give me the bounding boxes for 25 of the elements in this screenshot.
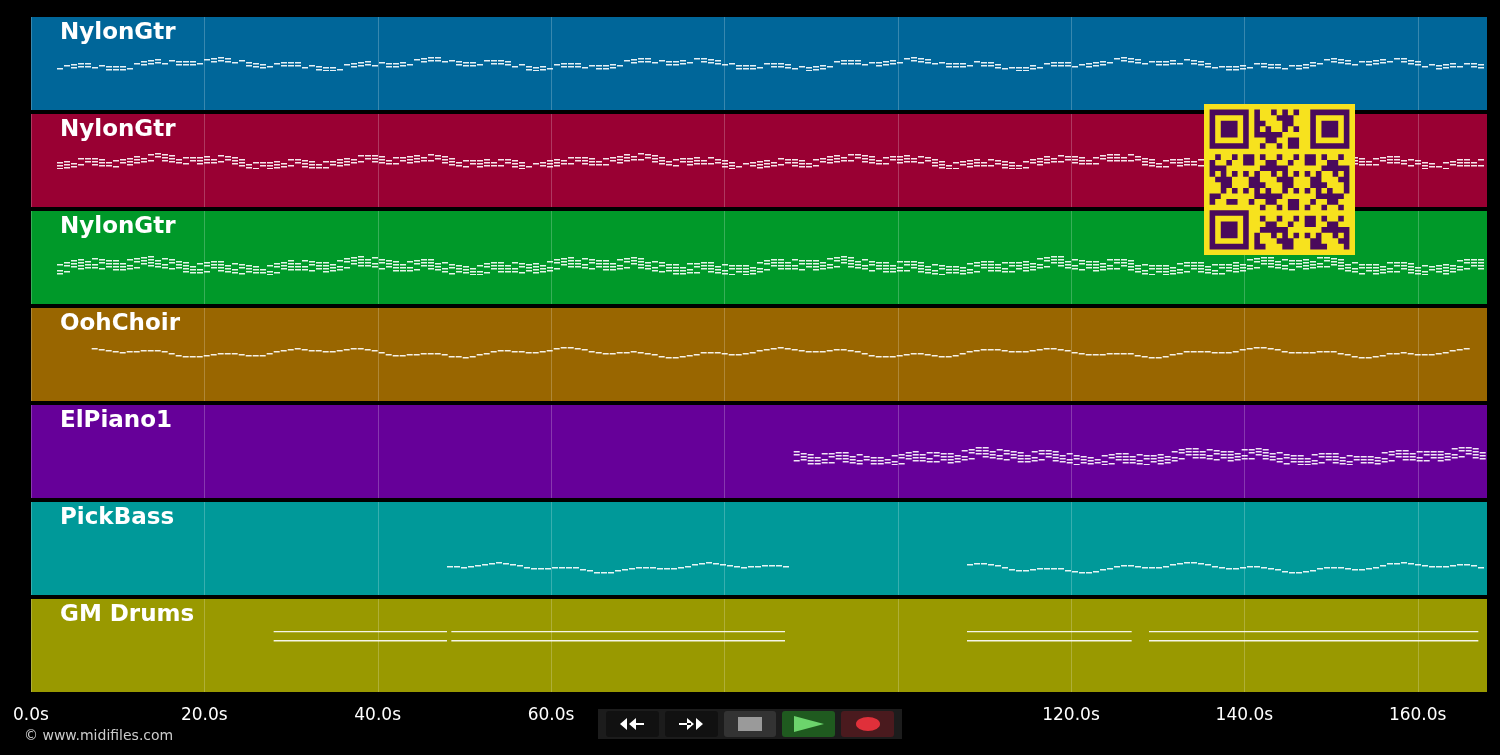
qr-code-icon <box>1204 104 1355 255</box>
track-name: NylonGtr <box>60 20 176 43</box>
track-name: PickBass <box>60 505 175 528</box>
time-label: 20.0s <box>180 704 228 724</box>
stop-button[interactable] <box>723 711 777 737</box>
play-icon <box>793 716 824 732</box>
play-button[interactable] <box>782 711 836 737</box>
time-label: 40.0s <box>354 704 401 724</box>
time-label: 140.0s <box>1215 704 1274 724</box>
stop-icon <box>738 717 762 731</box>
track-name: GM Drums <box>60 602 195 625</box>
record-button[interactable] <box>841 711 894 737</box>
track-name: NylonGtr <box>60 214 176 237</box>
record-icon <box>855 717 880 731</box>
time-label: 0.0s <box>13 704 49 724</box>
track-name: ElPiano1 <box>60 408 173 431</box>
time-label: 60.0s <box>527 704 575 724</box>
rewind-icon <box>618 717 647 731</box>
time-label: 160.0s <box>1388 704 1447 724</box>
track-name: OohChoir <box>60 311 180 334</box>
track-name: NylonGtr <box>60 117 176 140</box>
rewind-button[interactable] <box>606 711 659 737</box>
fast-forward-button[interactable] <box>664 711 718 737</box>
copyright-text: © www.midifiles.com <box>24 727 174 743</box>
time-label: 120.0s <box>1042 704 1100 724</box>
